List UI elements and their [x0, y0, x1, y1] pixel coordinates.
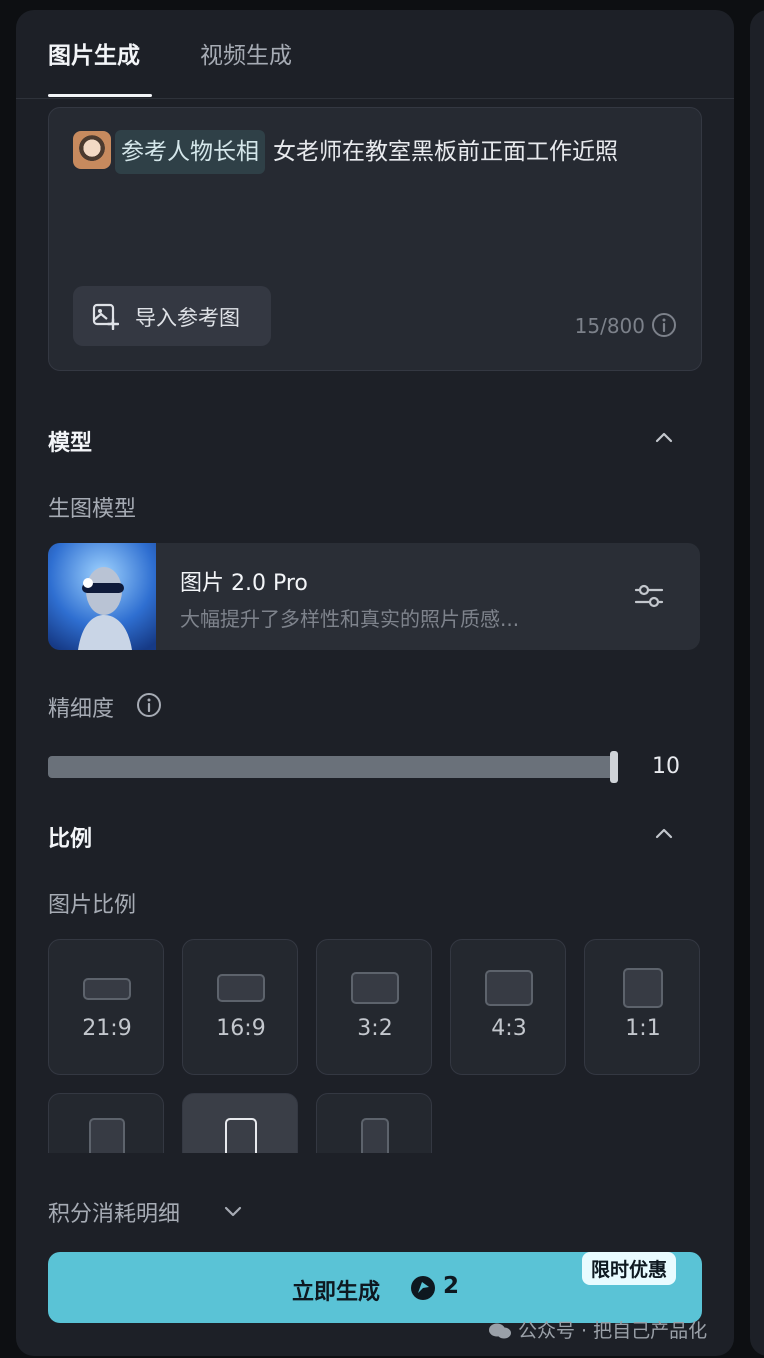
ratio-option-3-2[interactable]: 3:2	[316, 939, 432, 1075]
ratio-shape-icon	[225, 1118, 257, 1153]
import-reference-button[interactable]: 导入参考图	[73, 286, 271, 346]
ratio-option-9-16[interactable]	[316, 1093, 432, 1153]
detail-slider-handle[interactable]	[610, 751, 618, 783]
ratio-label: 16:9	[216, 1016, 266, 1041]
ratio-sub-label: 图片比例	[48, 893, 137, 918]
chevron-up-icon[interactable]	[652, 822, 676, 846]
ratio-shape-icon	[485, 970, 533, 1006]
model-description: 大幅提升了多样性和真实的照片质感...	[180, 607, 520, 631]
ratio-label: 3:2	[357, 1016, 393, 1041]
character-counter: 15/800	[574, 314, 645, 338]
prompt-text-area[interactable]: 参考人物长相 女老师在教室黑板前正面工作近照	[73, 130, 673, 174]
ratio-shape-icon	[217, 974, 265, 1002]
ratio-shape-icon	[89, 1118, 125, 1153]
tab-video-generation[interactable]: 视频生成	[200, 36, 292, 70]
ratio-option-3-4[interactable]	[48, 1093, 164, 1153]
ratio-shape-icon	[351, 972, 399, 1004]
credit-coin-icon	[411, 1276, 435, 1300]
tab-bar: 图片生成 视频生成	[16, 10, 734, 99]
info-icon[interactable]	[651, 312, 677, 338]
model-sub-label: 生图模型	[48, 497, 137, 522]
ratio-options-grid: 21:9 16:9 3:2 4:3 1:1	[48, 939, 708, 1153]
ratio-label: 1:1	[625, 1016, 661, 1041]
chevron-down-icon[interactable]	[222, 1200, 244, 1222]
tab-image-generation[interactable]: 图片生成	[48, 36, 140, 70]
ratio-shape-icon	[361, 1118, 389, 1153]
ratio-option-4-3[interactable]: 4:3	[450, 939, 566, 1075]
wechat-icon	[489, 1323, 511, 1339]
generate-label: 立即生成	[292, 1280, 381, 1305]
image-add-icon	[92, 303, 119, 330]
active-tab-indicator	[48, 94, 152, 97]
model-name: 图片 2.0 Pro	[180, 571, 308, 596]
info-icon[interactable]	[136, 692, 162, 718]
generate-cost: 2	[443, 1273, 460, 1299]
watermark-text: 公众号 · 把自己产品化	[518, 1320, 708, 1342]
adjacent-panel	[750, 10, 764, 1356]
prompt-input-box[interactable]: 参考人物长相 女老师在教室黑板前正面工作近照 导入参考图 15/800	[48, 107, 702, 371]
import-reference-label: 导入参考图	[135, 306, 240, 330]
credit-detail-toggle[interactable]: 积分消耗明细	[48, 1196, 180, 1228]
ratio-section-title: 比例	[48, 827, 93, 852]
reference-avatar-thumbnail	[73, 131, 111, 169]
detail-value: 10	[652, 754, 680, 779]
watermark: 公众号 · 把自己产品化	[488, 1316, 707, 1343]
generation-panel: 图片生成 视频生成 参考人物长相 女老师在教室黑板前正面工作近照 导入参考图 15…	[16, 10, 734, 1356]
chevron-up-icon[interactable]	[652, 426, 676, 450]
ratio-option-2-3[interactable]	[182, 1093, 298, 1153]
ratio-option-1-1[interactable]: 1:1	[584, 939, 700, 1075]
ratio-option-21-9[interactable]: 21:9	[48, 939, 164, 1075]
limited-offer-badge: 限时优惠	[582, 1252, 677, 1285]
ratio-option-16-9[interactable]: 16:9	[182, 939, 298, 1075]
ratio-shape-icon	[83, 978, 131, 1000]
reference-tag[interactable]: 参考人物长相	[115, 130, 265, 174]
model-thumbnail-image	[48, 543, 156, 650]
detail-slider-track[interactable]	[48, 756, 614, 778]
prompt-text: 女老师在教室黑板前正面工作近照	[273, 139, 618, 165]
ratio-label: 4:3	[491, 1016, 527, 1041]
model-selector-card[interactable]: 图片 2.0 Pro 大幅提升了多样性和真实的照片质感...	[48, 543, 700, 650]
detail-label: 精细度	[48, 697, 115, 722]
model-section-title: 模型	[48, 431, 93, 456]
ratio-label: 21:9	[82, 1016, 132, 1041]
ratio-shape-icon	[623, 968, 663, 1008]
settings-sliders-icon[interactable]	[632, 581, 666, 611]
